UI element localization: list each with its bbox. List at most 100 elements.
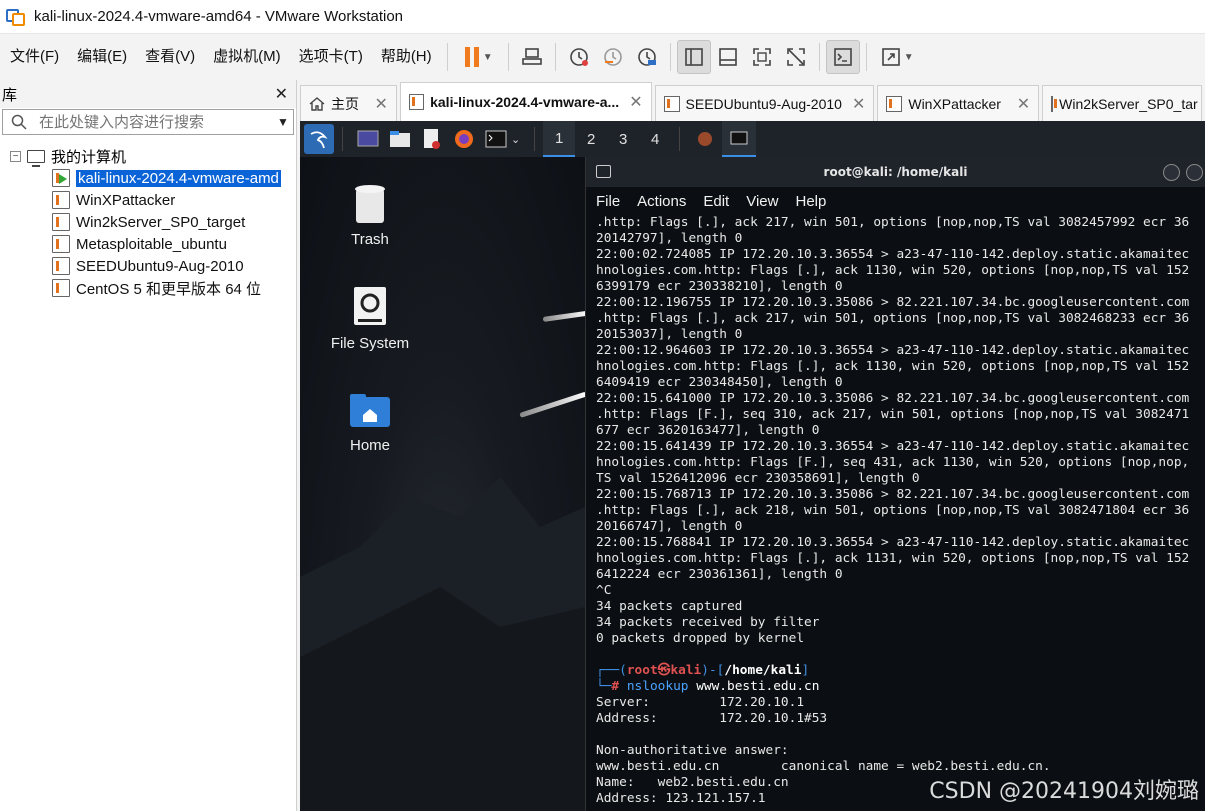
tree-item-seedubuntu[interactable]: SEEDUbuntu9-Aug-2010 [0, 255, 296, 277]
terminal-prompt-line-2: └─# nslookup www.besti.edu.cn [596, 679, 820, 694]
stretch-button[interactable]: ▼ [873, 40, 921, 74]
tree-root-my-computer[interactable]: − 我的计算机 [0, 145, 296, 167]
menu-file[interactable]: 文件(F) [1, 42, 68, 72]
terminal-menu-file[interactable]: File [596, 193, 620, 210]
terminal-menu-view[interactable]: View [746, 193, 778, 210]
firefox-icon[interactable] [449, 124, 479, 154]
tab-winxpattacker[interactable]: WinXPattacker ✕ [877, 85, 1040, 121]
desktop-icon-label: Home [349, 437, 390, 454]
tree-item-metasploitable[interactable]: Metasploitable_ubuntu [0, 233, 296, 255]
tab-kali[interactable]: kali-linux-2024.4-vmware-a... ✕ [399, 82, 652, 121]
snapshot-manager-button[interactable] [630, 40, 664, 74]
kali-menu-icon[interactable] [304, 124, 334, 154]
desktop-icon-home[interactable]: Home [310, 389, 430, 454]
terminal-menu-actions[interactable]: Actions [637, 193, 686, 210]
network-icon [521, 48, 542, 65]
terminal-line: 22:00:12.196755 IP 172.20.10.3.35086 > 8… [596, 295, 1190, 310]
menu-help[interactable]: 帮助(H) [372, 42, 441, 72]
desktop-icon-file-system[interactable]: File System [310, 283, 430, 352]
terminal-title: root@kali: /home/kali [823, 165, 968, 179]
menu-tabs[interactable]: 选项卡(T) [290, 42, 372, 72]
close-icon[interactable]: ✕ [842, 94, 865, 114]
collapse-icon[interactable]: − [10, 150, 21, 162]
vm-display[interactable]: ⌄ 1 2 3 4 Trash File System Home root@ka… [300, 121, 1205, 811]
text-editor-icon[interactable] [417, 124, 447, 154]
menu-vm[interactable]: 虚拟机(M) [204, 42, 290, 72]
show-desktop-icon[interactable] [353, 124, 383, 154]
close-icon[interactable]: ✕ [1007, 94, 1030, 114]
tab-home[interactable]: 主页 ✕ [300, 85, 397, 121]
menu-view[interactable]: 查看(V) [136, 42, 204, 72]
kali-desktop: Trash File System Home [300, 157, 588, 811]
tree-item-winxpattacker[interactable]: WinXPattacker [0, 189, 296, 211]
search-input[interactable] [35, 113, 273, 131]
terminal-menu-edit[interactable]: Edit [703, 193, 729, 210]
terminal-line: 20142797], length 0 [596, 231, 743, 246]
workspace-4[interactable]: 4 [639, 121, 671, 157]
terminal-prompt-line-1: ┌──(root㉿kali)-[/home/kali] [596, 663, 810, 678]
vmware-logo-icon [6, 7, 26, 27]
desktop-icon-trash[interactable]: Trash [310, 179, 430, 248]
wallpaper-decoration [519, 391, 588, 418]
kali-top-panel: ⌄ 1 2 3 4 [300, 121, 1205, 157]
title-bar: kali-linux-2024.4-vmware-amd64 - VMware … [0, 0, 1205, 34]
terminal-line: 20153037], length 0 [596, 327, 743, 342]
terminal-line: 22:00:15.641000 IP 172.20.10.3.35086 > 8… [596, 391, 1190, 406]
menu-edit[interactable]: 编辑(E) [68, 42, 136, 72]
vm-icon [52, 257, 70, 275]
tab-label: SEEDUbuntu9-Aug-2010 [685, 95, 842, 112]
tree-item-win2kserver[interactable]: Win2kServer_SP0_target [0, 211, 296, 233]
drive-icon [354, 287, 386, 325]
close-icon[interactable]: ✕ [619, 92, 642, 112]
console-view-button[interactable] [825, 40, 860, 74]
tab-win2kserver[interactable]: Win2kServer_SP0_tar [1042, 85, 1202, 121]
terminal-icon [596, 165, 611, 178]
terminal-line: hnologies.com.http: Flags [.], ack 1131,… [596, 551, 1190, 566]
search-icon [3, 114, 35, 130]
terminal-launcher-icon[interactable] [481, 124, 511, 154]
desktop-icon-label: File System [330, 335, 410, 352]
tree-item-label: CentOS 5 和更早版本 64 位 [76, 280, 262, 298]
vm-icon [52, 213, 70, 231]
toolbar-separator [818, 43, 820, 71]
terminal-output[interactable]: .http: Flags [.], ack 217, win 501, opti… [586, 215, 1205, 811]
chevron-down-icon[interactable]: ▼ [273, 115, 293, 129]
home-folder-icon [350, 394, 390, 427]
tab-seedubuntu[interactable]: SEEDUbuntu9-Aug-2010 ✕ [654, 85, 875, 121]
tree-item-centos[interactable]: CentOS 5 和更早版本 64 位 [0, 277, 296, 299]
terminal-window[interactable]: root@kali: /home/kali File Actions Edit … [585, 157, 1205, 811]
snapshot-button[interactable] [562, 40, 596, 74]
unity-off-icon [786, 48, 805, 66]
full-screen-button[interactable] [745, 40, 779, 74]
chevron-down-icon[interactable]: ⌄ [511, 133, 520, 146]
panel-separator [679, 127, 681, 151]
chevron-down-icon: ▼ [482, 51, 493, 63]
wallpaper-mountains [300, 477, 585, 811]
terminal-line: 22:00:15.641439 IP 172.20.10.3.36554 > a… [596, 439, 1190, 454]
minimize-button[interactable] [1163, 164, 1180, 181]
tree-item-kali[interactable]: kali-linux-2024.4-vmware-amd [0, 167, 296, 189]
revert-snapshot-button[interactable] [596, 40, 630, 74]
library-panel: 库 ✕ ▼ − 我的计算机 kali-linux-2024.4-vmware-a… [0, 80, 297, 811]
library-header: 库 ✕ [0, 80, 296, 108]
snapshot-manager-icon [637, 48, 656, 66]
terminal-window-icon[interactable] [722, 121, 757, 157]
tab-label: Win2kServer_SP0_tar [1059, 95, 1198, 112]
close-icon[interactable]: ✕ [365, 94, 388, 114]
terminal-line: .http: Flags [F.], seq 310, ack 217, win… [596, 407, 1190, 422]
maximize-button[interactable] [1186, 164, 1203, 181]
close-icon[interactable]: ✕ [275, 84, 288, 104]
terminal-menu-help[interactable]: Help [795, 193, 826, 210]
workspace-3[interactable]: 3 [607, 121, 639, 157]
thumbnail-bar-button[interactable] [711, 40, 745, 74]
unity-button[interactable] [779, 40, 813, 74]
show-library-button[interactable] [676, 40, 711, 74]
panel-separator [342, 127, 343, 151]
file-manager-icon[interactable] [385, 124, 415, 154]
firefox-window-icon[interactable] [690, 124, 720, 154]
workspace-2[interactable]: 2 [575, 121, 607, 157]
workspace-1[interactable]: 1 [543, 121, 576, 157]
send-ctrl-alt-del-button[interactable] [515, 40, 549, 74]
toolbar-separator [446, 43, 448, 71]
pause-button[interactable]: ▼ [454, 40, 502, 74]
